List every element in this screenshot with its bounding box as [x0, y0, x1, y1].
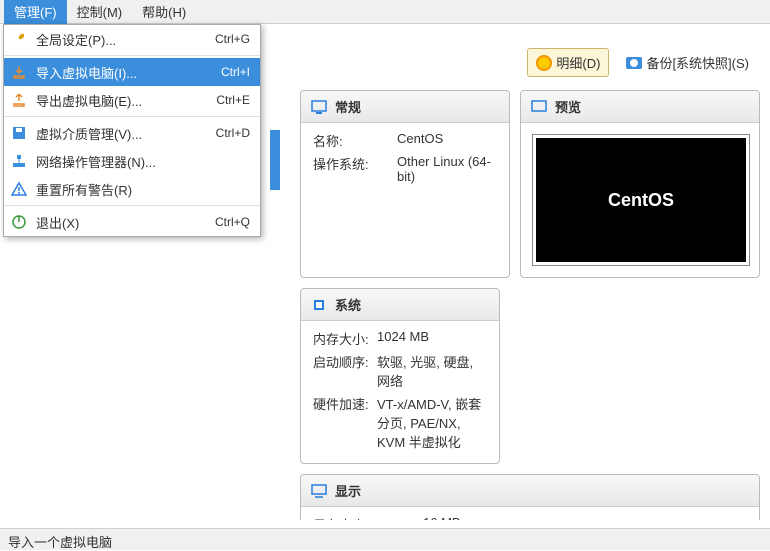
display-icon — [311, 483, 327, 499]
menu-item-9[interactable]: 退出(X)Ctrl+Q — [4, 208, 260, 236]
disk-icon — [10, 124, 28, 142]
menu-item-2[interactable]: 导入虚拟电脑(I)...Ctrl+I — [4, 58, 260, 86]
import-icon — [10, 63, 28, 81]
snapshot-button[interactable]: 备份[系统快照](S) — [617, 48, 758, 77]
mem-key: 内存大小: — [313, 329, 377, 348]
preview-title: 预览 — [555, 97, 581, 116]
accel-key: 硬件加速: — [313, 394, 377, 451]
menu-separator — [4, 116, 260, 117]
menubar: 管理(F) 控制(M) 帮助(H) — [0, 0, 770, 24]
camera-icon — [626, 57, 642, 69]
vm-selection-highlight[interactable] — [270, 130, 280, 190]
preview-panel[interactable]: 预览 CentOS — [520, 90, 760, 278]
monitor-icon — [531, 99, 547, 115]
system-panel[interactable]: 系统 内存大小:1024 MB 启动顺序:软驱, 光驱, 硬盘, 网络 硬件加速… — [300, 288, 500, 464]
wrench-icon — [10, 30, 28, 48]
details-pane: 常规 名称:CentOS 操作系统:Other Linux (64-bit) 预… — [300, 90, 760, 520]
menu-item-0[interactable]: 全局设定(P)...Ctrl+G — [4, 25, 260, 53]
export-icon — [10, 91, 28, 109]
menu-item-label: 导入虚拟电脑(I)... — [36, 63, 221, 82]
menu-control[interactable]: 控制(M) — [67, 0, 133, 24]
menu-separator — [4, 205, 260, 206]
exit-icon — [10, 213, 28, 231]
os-key: 操作系统: — [313, 154, 397, 184]
menu-item-shortcut: Ctrl+Q — [215, 215, 250, 229]
detail-label: 明细(D) — [556, 53, 600, 72]
menu-item-label: 导出虚拟电脑(E)... — [36, 91, 216, 110]
boot-key: 启动顺序: — [313, 352, 377, 390]
vram-value: 16 MB — [423, 515, 747, 520]
mem-value: 1024 MB — [377, 329, 487, 348]
system-title: 系统 — [335, 295, 361, 314]
name-key: 名称: — [313, 131, 397, 150]
gear-icon — [536, 55, 552, 71]
toolbar-right: 明细(D) 备份[系统快照](S) — [527, 48, 758, 77]
os-value: Other Linux (64-bit) — [397, 154, 497, 184]
menu-item-3[interactable]: 导出虚拟电脑(E)...Ctrl+E — [4, 86, 260, 114]
computer-icon — [311, 99, 327, 115]
boot-value: 软驱, 光驱, 硬盘, 网络 — [377, 352, 487, 390]
menu-item-shortcut: Ctrl+I — [221, 65, 250, 79]
menu-item-shortcut: Ctrl+E — [216, 93, 250, 107]
menu-item-label: 全局设定(P)... — [36, 30, 215, 49]
menu-item-label: 重置所有警告(R) — [36, 180, 250, 199]
menu-manage[interactable]: 管理(F) — [4, 0, 67, 24]
menu-item-label: 虚拟介质管理(V)... — [36, 124, 216, 143]
general-title: 常规 — [335, 97, 361, 116]
menu-item-6[interactable]: 网络操作管理器(N)... — [4, 147, 260, 175]
menu-item-label: 网络操作管理器(N)... — [36, 152, 250, 171]
snapshot-label: 备份[系统快照](S) — [646, 53, 749, 72]
accel-value: VT-x/AMD-V, 嵌套分页, PAE/NX, KVM 半虚拟化 — [377, 394, 487, 451]
status-bar: 导入一个虚拟电脑 — [0, 528, 770, 550]
menu-item-shortcut: Ctrl+G — [215, 32, 250, 46]
display-title: 显示 — [335, 481, 361, 500]
manage-dropdown: 全局设定(P)...Ctrl+G导入虚拟电脑(I)...Ctrl+I导出虚拟电脑… — [3, 24, 261, 237]
chip-icon — [311, 297, 327, 313]
detail-button[interactable]: 明细(D) — [527, 48, 609, 77]
name-value: CentOS — [397, 131, 497, 150]
vram-key: 显存大小: — [313, 515, 423, 520]
net-icon — [10, 152, 28, 170]
menu-separator — [4, 55, 260, 56]
preview-thumbnail: CentOS — [533, 135, 749, 265]
menu-item-label: 退出(X) — [36, 213, 215, 232]
menu-help[interactable]: 帮助(H) — [132, 0, 196, 24]
menu-item-5[interactable]: 虚拟介质管理(V)...Ctrl+D — [4, 119, 260, 147]
warn-icon — [10, 180, 28, 198]
menu-item-shortcut: Ctrl+D — [216, 126, 250, 140]
general-panel[interactable]: 常规 名称:CentOS 操作系统:Other Linux (64-bit) — [300, 90, 510, 278]
menu-item-7[interactable]: 重置所有警告(R) — [4, 175, 260, 203]
display-panel[interactable]: 显示 显存大小:16 MB 远程桌面服务器:已禁用 录像:已禁用 — [300, 474, 760, 520]
